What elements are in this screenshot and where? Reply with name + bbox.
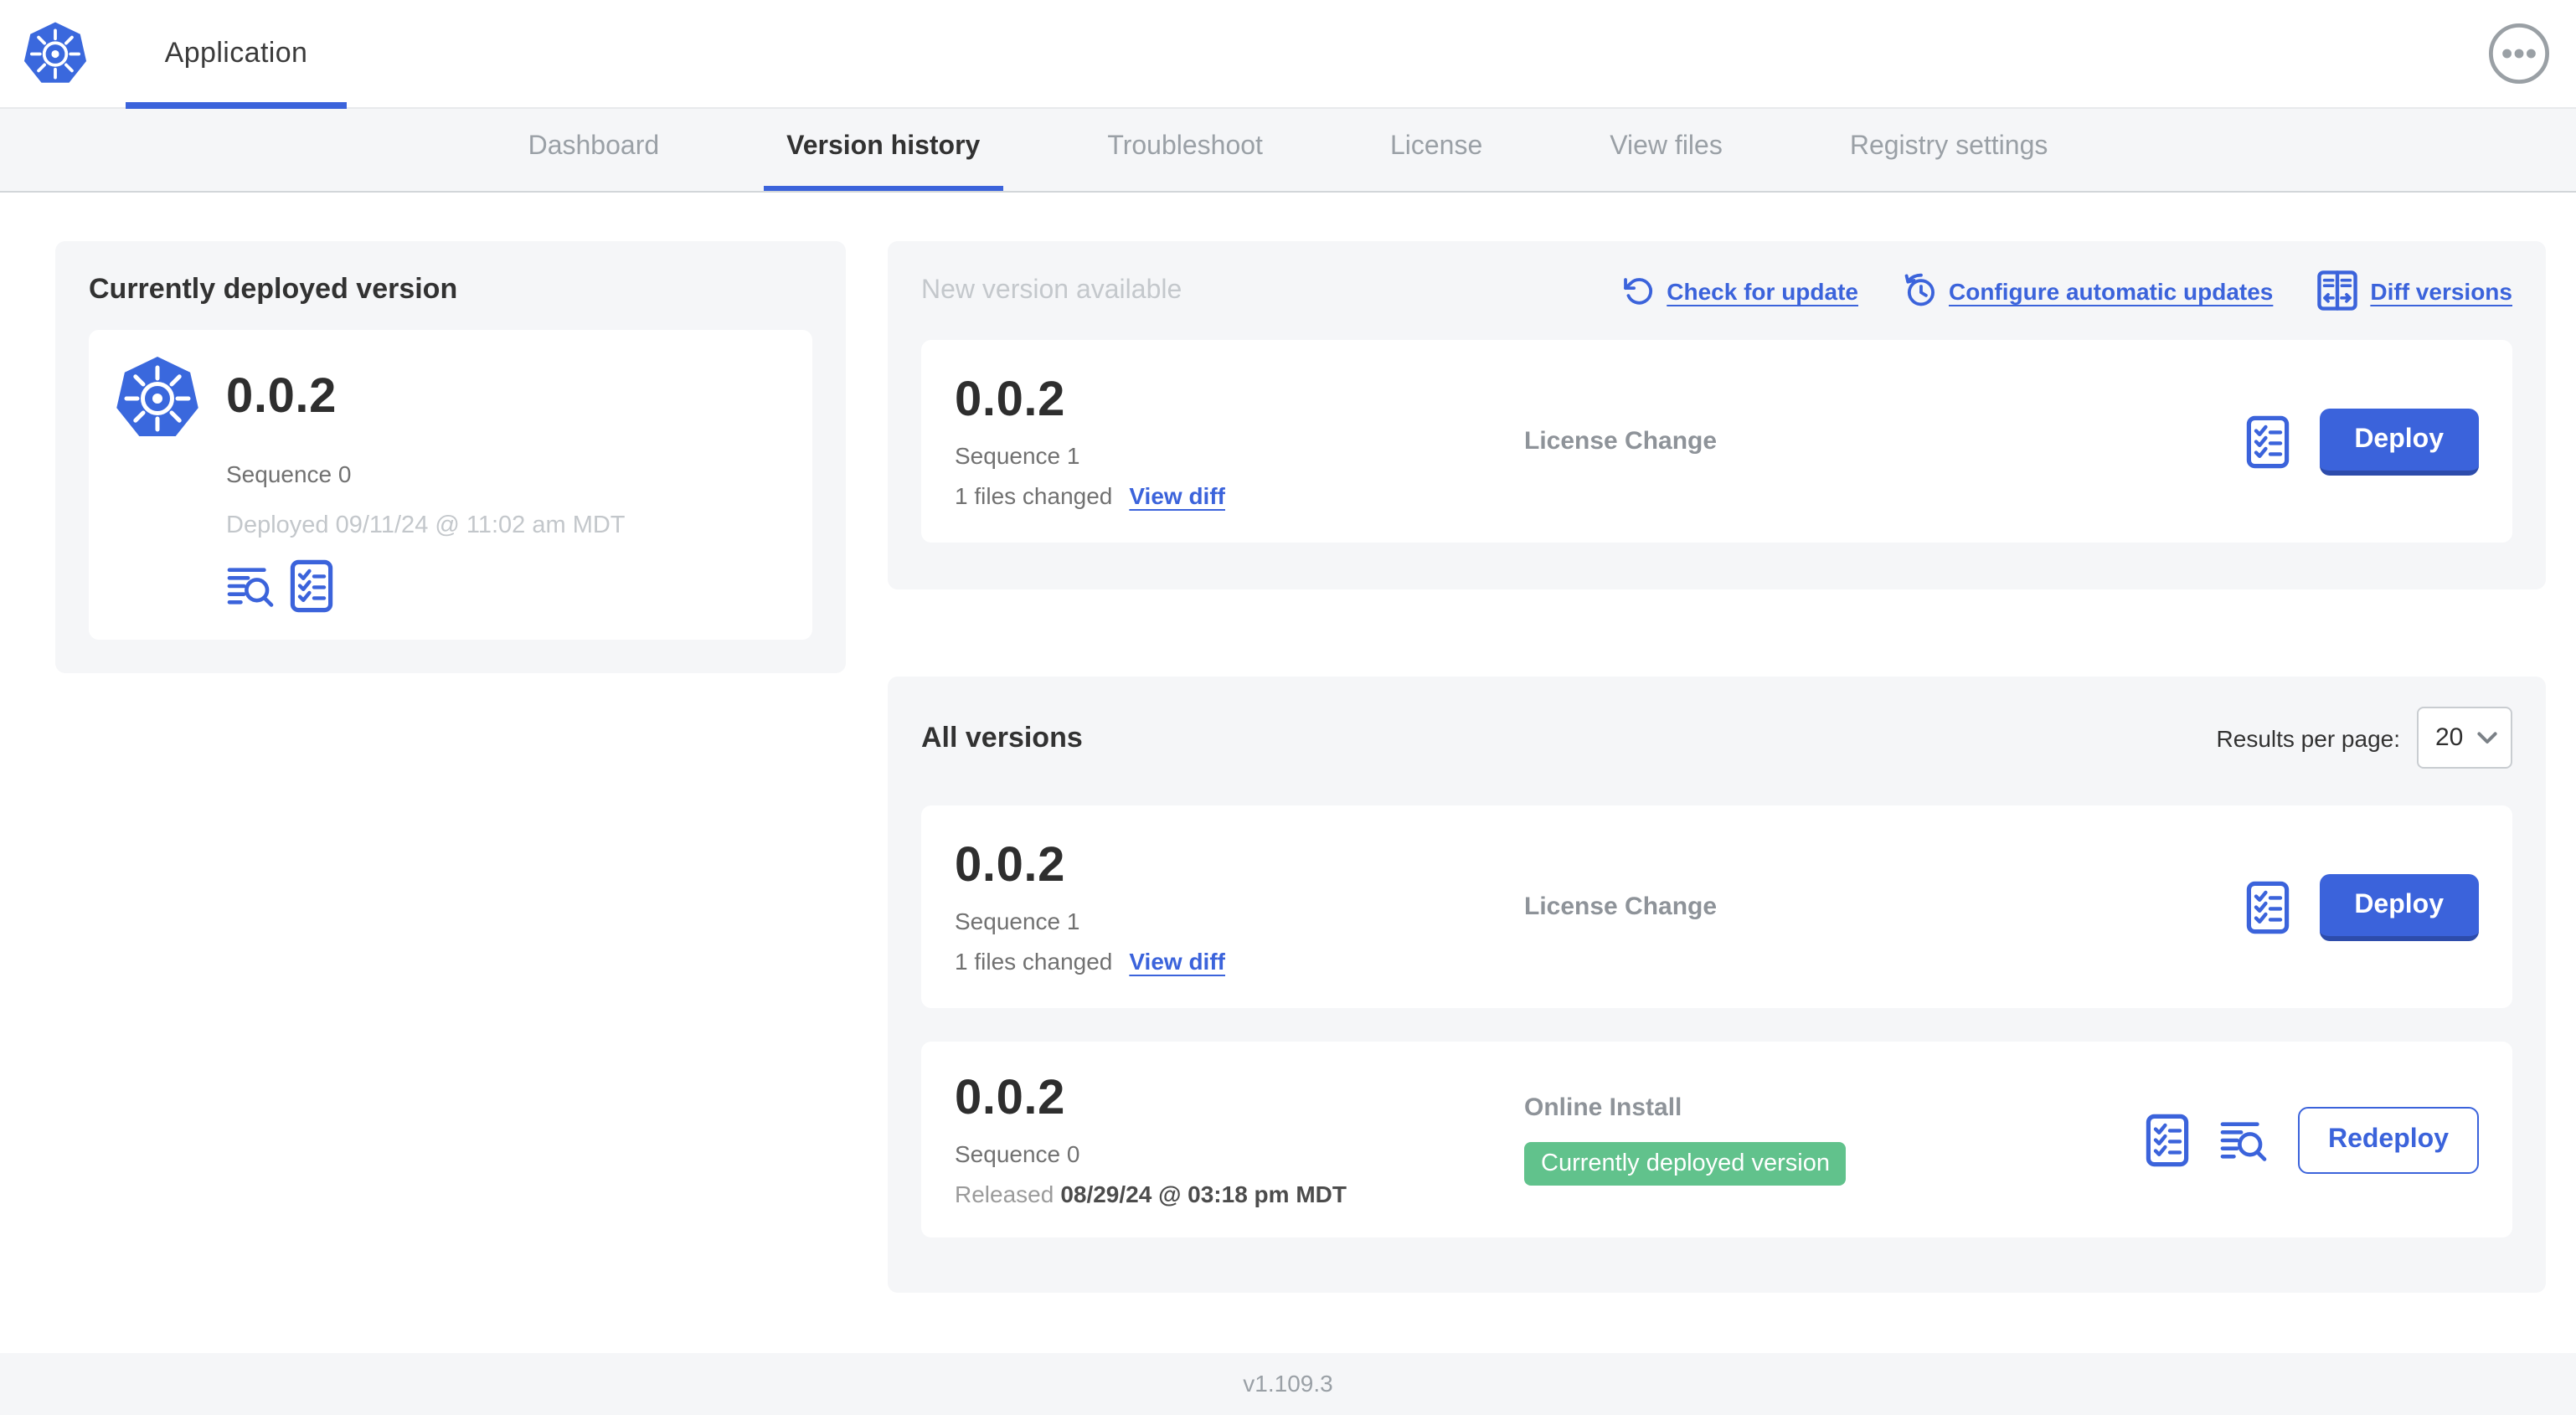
deployed-sequence-label: Sequence 0 [226, 461, 352, 487]
tab-dashboard[interactable]: Dashboard [505, 109, 683, 191]
results-per-page-select[interactable]: 20 [2417, 707, 2512, 769]
view-diff-link[interactable]: View diff [1129, 948, 1225, 975]
files-changed-label: 1 files changed [955, 482, 1113, 509]
console-version-label: v1.109.3 [1243, 1370, 1333, 1397]
version-number: 0.0.2 [955, 373, 1065, 427]
app-footer: v1.109.3 [0, 1353, 2576, 1415]
version-source-label: License Change [1524, 427, 1718, 455]
diff-icon [2316, 270, 2358, 311]
chevron-down-icon [2477, 731, 2497, 743]
released-timestamp: Released 08/29/24 @ 03:18 pm MDT [955, 1181, 1347, 1207]
refresh-icon [1624, 278, 1653, 305]
clock-refresh-icon [1904, 273, 1934, 306]
sequence-label: Sequence 1 [955, 442, 1080, 469]
logs-icon [226, 564, 275, 608]
preflight-checks-button[interactable] [2146, 1113, 2189, 1166]
tab-registry-settings[interactable]: Registry settings [1826, 109, 2072, 191]
new-version-panel: New version available Check for update C… [888, 241, 2546, 589]
currently-deployed-title: Currently deployed version [89, 273, 458, 305]
version-number: 0.0.2 [955, 839, 1065, 893]
results-per-page-label: Results per page: [2216, 724, 2400, 751]
deploy-button[interactable]: Deploy [2319, 873, 2479, 940]
checklist-icon [2245, 880, 2289, 934]
kubernetes-logo-icon [23, 18, 87, 87]
new-version-card: 0.0.2 Sequence 1 1 files changed View di… [921, 340, 2512, 543]
preflight-checks-button[interactable] [2245, 414, 2289, 468]
checklist-icon [2146, 1113, 2189, 1166]
deployed-timestamp: Deployed 09/11/24 @ 11:02 am MDT [226, 512, 626, 539]
preflight-checks-button[interactable] [290, 559, 333, 613]
kubernetes-app-icon [116, 353, 199, 440]
app-title-tab[interactable]: Application [126, 0, 347, 107]
preflight-checks-button[interactable] [2245, 880, 2289, 934]
overflow-menu-button[interactable] [2487, 22, 2551, 85]
app-tab-active-indicator [126, 102, 347, 109]
logs-icon [2219, 1118, 2268, 1161]
check-for-update-link[interactable]: Check for update [1623, 275, 1858, 306]
sequence-label: Sequence 0 [955, 1140, 1080, 1167]
tab-troubleshoot[interactable]: Troubleshoot [1084, 109, 1286, 191]
files-changed-label: 1 files changed [955, 948, 1113, 975]
all-versions-panel: All versions Results per page: 20 0.0.2 … [888, 677, 2546, 1293]
new-version-title: New version available [921, 275, 1182, 304]
version-number: 0.0.2 [955, 1072, 1065, 1125]
ellipsis-icon [2487, 22, 2551, 85]
view-logs-button[interactable] [2219, 1118, 2268, 1161]
deploy-button[interactable]: Deploy [2319, 408, 2479, 475]
all-versions-title: All versions [921, 721, 1083, 753]
tab-license[interactable]: License [1367, 109, 1506, 191]
app-subnav: Dashboard Version history Troubleshoot L… [0, 109, 2576, 193]
currently-deployed-panel: Currently deployed version 0.0.2 Sequenc… [55, 241, 846, 673]
sequence-label: Sequence 1 [955, 908, 1080, 934]
configure-automatic-updates-link[interactable]: Configure automatic updates [1902, 273, 2273, 308]
redeploy-button[interactable]: Redeploy [2297, 1106, 2479, 1173]
tab-version-history[interactable]: Version history [763, 109, 1004, 191]
version-source-label: License Change [1524, 893, 1718, 921]
deployed-version-number: 0.0.2 [226, 369, 337, 423]
version-source-label: Online Install [1524, 1093, 1682, 1122]
view-diff-link[interactable]: View diff [1129, 482, 1225, 509]
view-logs-button[interactable] [226, 564, 275, 608]
checklist-icon [2245, 414, 2289, 468]
app-window: Application Dashboard Version history Tr… [0, 0, 2576, 1415]
currently-deployed-badge: Currently deployed version [1524, 1142, 1847, 1186]
version-row: 0.0.2 Sequence 0 Released 08/29/24 @ 03:1… [921, 1042, 2512, 1237]
checklist-icon [290, 559, 333, 613]
diff-versions-link[interactable]: Diff versions [2316, 270, 2512, 311]
deployed-version-card: 0.0.2 Sequence 0 Deployed 09/11/24 @ 11:… [89, 330, 812, 640]
tab-view-files[interactable]: View files [1586, 109, 1746, 191]
version-row: 0.0.2 Sequence 1 1 files changed View di… [921, 805, 2512, 1008]
app-title: Application [164, 37, 308, 69]
app-header: Application [0, 0, 2576, 109]
